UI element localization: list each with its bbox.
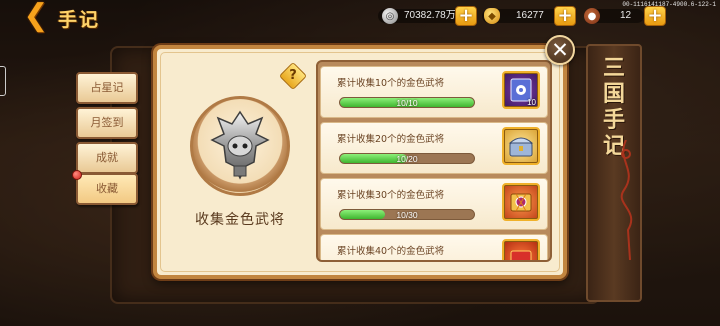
left-edge-handle[interactable]	[0, 66, 6, 96]
reward-slot[interactable]: 10	[502, 71, 540, 109]
help-mark-glyph: ?	[289, 68, 297, 83]
page-title: 手记	[58, 9, 101, 31]
add-coins-button[interactable]: +	[455, 6, 477, 26]
ingot-resource: ◆ 16277	[484, 7, 550, 25]
tab-achievements[interactable]: 成就	[76, 142, 138, 174]
close-icon[interactable]: ✕	[545, 35, 575, 65]
top-bar: ❮ 手记 ◎ 70382.78万 + ◆ 16277 + ● 12 + 00-1…	[0, 0, 720, 34]
list-item: 累计收集40个的金色武将	[320, 234, 548, 260]
food-value: 12	[620, 10, 632, 21]
notification-dot-icon	[72, 170, 82, 180]
list-item: 累计收集20个的金色武将 10/20	[320, 122, 548, 174]
achievement-title: 累计收集20个的金色武将	[337, 134, 445, 145]
tab-astrology[interactable]: 占星记	[76, 72, 138, 104]
gold-ingot-icon: ◆	[484, 8, 500, 24]
achievement-title: 累计收集30个的金色武将	[337, 190, 445, 201]
red-gift-icon	[510, 250, 532, 260]
progress-bar: 10/20	[339, 153, 475, 164]
coin-value: 70382.78万	[404, 10, 456, 21]
achievement-title: 累计收集10个的金色武将	[337, 78, 445, 89]
reward-slot[interactable]	[502, 183, 540, 221]
progress-text: 10/10	[396, 98, 418, 108]
tab-monthly-checkin-label: 月签到	[90, 116, 124, 129]
add-food-button[interactable]: +	[644, 6, 666, 26]
progress-bar: 10/30	[339, 209, 475, 220]
gold-scroll-chest-icon	[510, 193, 532, 212]
progress-bar: 10/10	[339, 97, 475, 108]
tab-monthly-checkin[interactable]: 月签到	[76, 107, 138, 139]
progress-text: 10/20	[396, 154, 418, 164]
banner-cord-icon	[620, 140, 633, 260]
ingot-value: 16277	[516, 10, 544, 21]
reward-slot[interactable]	[502, 239, 540, 260]
meat-icon: ●	[584, 8, 600, 24]
progress-text: 10/30	[396, 210, 418, 220]
achievement-title: 累计收集40个的金色武将	[337, 246, 445, 257]
tab-astrology-label: 占星记	[90, 81, 124, 94]
tab-achievements-label: 成就	[96, 151, 118, 164]
tab-collection-label: 收藏	[96, 182, 118, 195]
debug-id-text: 00-1116141187-4900.6-122-1	[622, 1, 716, 8]
badge-title: 收集金色武将	[195, 212, 285, 228]
achievement-list[interactable]: 累计收集10个的金色武将 10/10 10 累计收集20个的金色武将 10/20	[316, 60, 552, 262]
tab-collection[interactable]: 收藏	[72, 170, 138, 205]
list-item: 累计收集30个的金色武将 10/30	[320, 178, 548, 230]
back-arrow-icon[interactable]: ❮	[16, 1, 56, 31]
food-resource: ● 12	[584, 7, 637, 25]
silver-coin-icon: ◎	[382, 8, 398, 24]
reward-count: 10	[527, 98, 536, 107]
silver-chest-icon	[508, 137, 534, 157]
silver-helmet-emblem-icon	[210, 110, 270, 180]
list-item: 累计收集10个的金色武将 10/10 10	[320, 66, 548, 118]
reward-slot[interactable]	[502, 127, 540, 165]
add-ingots-button[interactable]: +	[554, 6, 576, 26]
coin-resource: ◎ 70382.78万	[382, 7, 462, 25]
